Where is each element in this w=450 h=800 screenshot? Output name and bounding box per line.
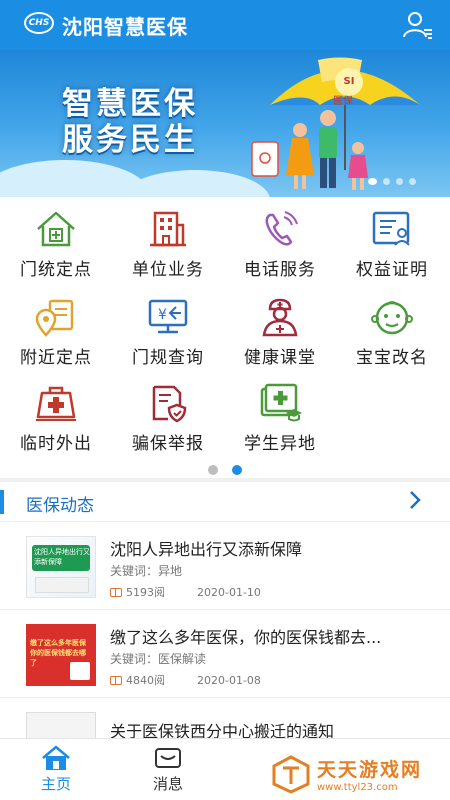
banner-dot[interactable] [409,178,416,185]
banner-dot[interactable] [396,178,403,185]
service-outpatient-query[interactable]: ¥ 门规查询 [112,297,224,368]
home-icon [42,745,70,770]
tab-home[interactable]: 主页 [26,745,86,794]
news-article[interactable]: 沈阳人异地出行又添新保障 沈阳人异地出行又添新保障 关键词：异地 5193阅 20… [0,522,450,610]
thumbnail-caption: 沈阳人异地出行又添新保障 [34,548,90,566]
watermark-text: 天天游戏网 www.ttyl23.com [317,755,422,793]
read-count: 4840阅 [126,674,165,687]
service-fraud-report[interactable]: 骗保举报 [112,383,224,454]
watermark-name: 天天游戏网 [316,759,422,781]
tab-home-label: 主页 [40,775,71,793]
student-card-icon [260,383,302,422]
article-meta: 4840阅 2020-01-08 [110,672,261,688]
baby-icon [371,301,413,335]
article-date: 2020-01-10 [197,586,261,599]
banner-dot[interactable] [383,178,390,185]
service-label: 临时外出 [20,434,92,454]
certificate-icon [372,211,410,246]
user-center-button[interactable] [402,10,434,40]
keyword-label: 关键词： [110,564,159,578]
article-keywords: 关键词：异地 [110,562,182,579]
app-logo: CHS [24,12,54,34]
service-label: 电话服务 [244,260,316,280]
promo-banner[interactable]: 智慧医保 服务民生 SI 医保 [0,50,450,197]
banner-pagination [368,178,416,185]
news-section-header[interactable]: 医保动态 [0,482,450,522]
keyword-value: 异地 [158,564,183,578]
monitor-yen-icon: ¥ [148,299,188,334]
service-baby-rename[interactable]: 宝宝改名 [336,297,448,368]
building-icon [150,211,186,247]
article-thumbnail: 缴了这么多年医保你的医保钱都去哪了 [26,624,96,686]
book-icon [110,588,122,597]
news-article[interactable]: 缴了这么多年医保你的医保钱都去哪了 缴了这么多年医保，你的医保钱都去... 关键… [0,610,450,698]
service-label: 单位业务 [132,260,204,280]
article-title: 沈阳人异地出行又添新保障 [110,540,303,559]
news-section-title: 医保动态 [26,496,94,516]
article-keywords: 关键词：医保解读 [110,650,206,667]
report-shield-icon [152,385,187,423]
banner-headline-2: 服务民生 [62,122,198,158]
service-label: 骗保举报 [132,434,204,454]
grid-page-dot[interactable] [208,465,218,475]
keyword-label: 关键词： [110,652,159,666]
service-label: 权益证明 [356,260,428,280]
keyword-value: 医保解读 [158,652,207,666]
phone-icon [265,211,298,246]
medical-box-icon [36,386,76,421]
grid-page-dot[interactable] [232,465,242,475]
service-label: 健康课堂 [244,348,316,368]
article-meta: 5193阅 2020-01-10 [110,584,261,600]
service-grid: 门统定点 单位业务 电话服务 权益证明 附近定点 ¥ 门规查询 健康课堂 宝宝改… [0,197,450,459]
service-label: 附近定点 [20,348,92,368]
house-plus-icon [37,211,75,247]
service-temporary-travel[interactable]: 临时外出 [0,383,112,454]
svg-text:¥: ¥ [158,307,167,323]
service-label: 学生异地 [244,434,316,454]
service-label: 门规查询 [132,348,204,368]
service-student-offsite[interactable]: 学生异地 [224,383,336,454]
book-icon [110,676,122,685]
service-label: 门统定点 [20,260,92,280]
app-screen: CHS 沈阳智慧医保 智慧医保 服务民生 SI 医保 门统定点 单位业务 电话服… [0,0,450,800]
user-settings-icon [403,12,432,39]
service-unit-business[interactable]: 单位业务 [112,209,224,280]
message-icon [155,748,181,768]
service-nearby-designated[interactable]: 附近定点 [0,297,112,368]
watermark-logo-icon [272,755,310,794]
umbrella-label: 医保 [333,96,353,107]
service-rights-certificate[interactable]: 权益证明 [336,209,448,280]
site-watermark: 天天游戏网 www.ttyl23.com [271,754,422,794]
section-accent-bar [0,490,4,514]
nurse-icon [262,298,298,337]
read-count: 5193阅 [126,586,165,599]
article-thumbnail: 沈阳人异地出行又添新保障 [26,536,96,598]
location-icon [35,299,74,337]
grid-pagination [0,465,450,475]
service-health-class[interactable]: 健康课堂 [224,297,336,368]
article-title: 缴了这么多年医保，你的医保钱都去... [110,628,382,647]
watermark-url: www.ttyl23.com [316,782,398,793]
tab-messages-label: 消息 [152,775,183,793]
service-phone[interactable]: 电话服务 [224,209,336,280]
service-label: 宝宝改名 [356,348,428,368]
banner-dot[interactable] [368,178,377,185]
app-title: 沈阳智慧医保 [62,15,188,39]
chevron-right-icon[interactable] [408,490,422,515]
service-outpatient-designated[interactable]: 门统定点 [0,209,112,280]
article-date: 2020-01-08 [197,674,261,687]
tab-messages[interactable]: 消息 [138,745,198,794]
app-header: CHS 沈阳智慧医保 [0,0,450,50]
